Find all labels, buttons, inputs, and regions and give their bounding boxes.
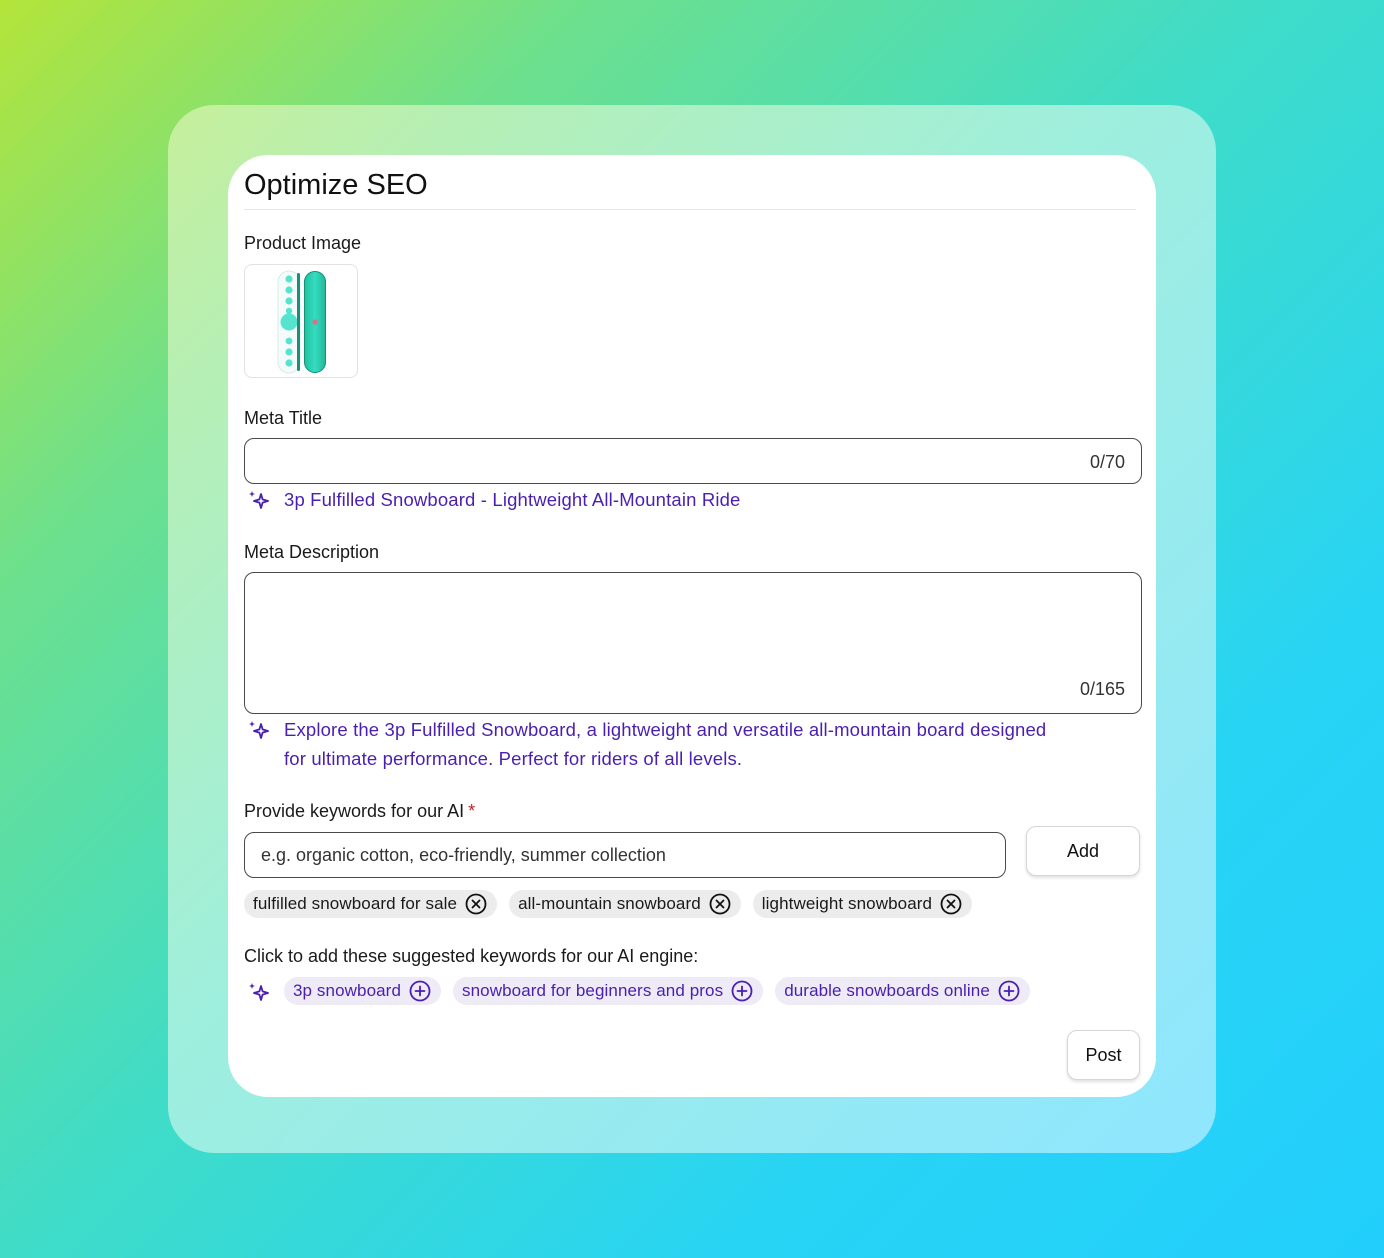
optimize-seo-panel: Optimize SEO Product Image Meta Title 0/… (228, 155, 1156, 1097)
keyword-chip: all-mountain snowboard (509, 890, 741, 918)
keywords-label: Provide keywords for our AI * (244, 801, 475, 822)
meta-title-counter: 0/70 (1089, 452, 1125, 472)
close-circle-icon[interactable] (709, 893, 731, 915)
suggested-keyword-label: durable snowboards online (784, 981, 990, 1000)
title-divider (244, 209, 1136, 210)
plus-circle-icon[interactable] (731, 980, 753, 1002)
close-circle-icon[interactable] (465, 893, 487, 915)
keyword-chip-label: fulfilled snowboard for sale (253, 894, 458, 913)
suggested-keyword-chip[interactable]: snowboard for beginners and pros (453, 977, 764, 1005)
product-image[interactable] (244, 264, 358, 378)
ai-suggestion-line: Explore the 3p Fulfilled Snowboard, a li… (284, 719, 1047, 740)
add-keyword-button[interactable]: Add (1026, 826, 1140, 876)
sparkle-icon (249, 491, 269, 509)
close-circle-icon[interactable] (940, 893, 962, 915)
meta-title-label: Meta Title (244, 408, 323, 428)
meta-description-textarea[interactable]: 0/165 (244, 572, 1142, 714)
sparkle-icon (249, 721, 269, 739)
suggested-keyword-label: snowboard for beginners and pros (462, 981, 724, 1000)
suggested-keyword-chip[interactable]: 3p snowboard (284, 977, 441, 1005)
ai-suggestion-line: for ultimate performance. Perfect for ri… (284, 748, 743, 769)
snowboard-image (277, 270, 326, 374)
keyword-chip-label: all-mountain snowboard (518, 894, 701, 913)
product-image-label: Product Image (244, 233, 362, 253)
keywords-input[interactable] (244, 832, 1006, 878)
meta-title-input[interactable]: 0/70 (244, 438, 1142, 484)
keyword-chip-label: lightweight snowboard (761, 894, 933, 913)
meta-title-ai-suggestion[interactable]: 3p Fulfilled Snowboard - Lightweight All… (284, 485, 740, 514)
meta-description-label: Meta Description (244, 542, 380, 562)
suggested-keywords: 3p snowboard snowboard for beginners and… (284, 977, 1030, 1005)
suggested-keyword-chip[interactable]: durable snowboards online (775, 977, 1030, 1005)
plus-circle-icon[interactable] (409, 980, 431, 1002)
meta-description-ai-suggestion[interactable]: Explore the 3p Fulfilled Snowboard, a li… (284, 715, 1046, 773)
plus-circle-icon[interactable] (998, 980, 1020, 1002)
suggested-keyword-label: 3p snowboard (293, 981, 401, 1000)
meta-description-counter: 0/165 (1079, 679, 1125, 699)
keywords-label-text: Provide keywords for our AI (244, 801, 465, 821)
keyword-chip: fulfilled snowboard for sale (244, 890, 498, 918)
panel-title: Optimize SEO (244, 169, 428, 201)
selected-keywords: fulfilled snowboard for sale all-mountai… (244, 890, 973, 918)
sparkle-icon (249, 983, 269, 1001)
required-marker: * (468, 801, 476, 821)
keyword-chip: lightweight snowboard (752, 890, 973, 918)
suggested-keywords-label: Click to add these suggested keywords fo… (244, 946, 699, 966)
post-button[interactable]: Post (1067, 1030, 1140, 1080)
